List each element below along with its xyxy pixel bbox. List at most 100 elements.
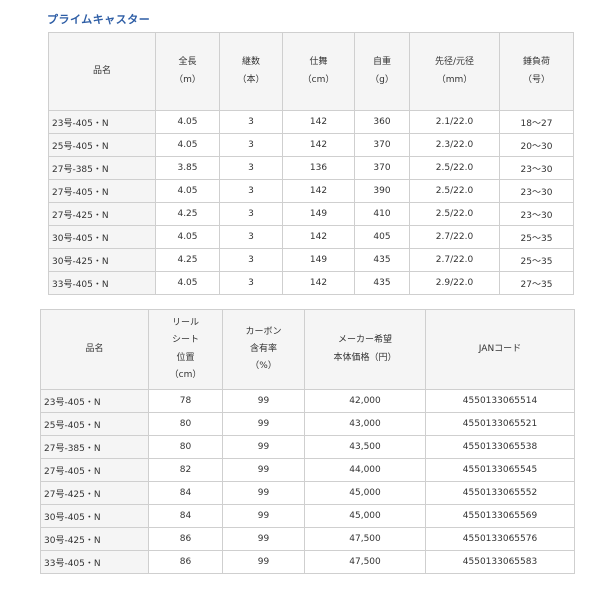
spec-cell: 142 bbox=[282, 271, 355, 295]
spec-product-name: 33号-405・N bbox=[48, 271, 156, 295]
spec-header-line: （m） bbox=[174, 74, 201, 85]
spec-cell: 3.85 bbox=[155, 156, 220, 180]
price-cell: 80 bbox=[148, 435, 223, 459]
price-row: 30号-405・N 84 99 45,000 4550133065569 bbox=[40, 504, 575, 528]
spec-header-line: 継数 bbox=[241, 57, 260, 68]
price-cell: 4550133065569 bbox=[425, 504, 575, 528]
price-cell: 99 bbox=[222, 504, 305, 528]
price-cell: 4550133065545 bbox=[425, 458, 575, 482]
spec-cell: 3 bbox=[219, 179, 283, 203]
price-row: 27号-425・N 84 99 45,000 4550133065552 bbox=[40, 481, 575, 505]
spec-product-name: 30号-405・N bbox=[48, 225, 156, 249]
price-row: 27号-385・N 80 99 43,500 4550133065538 bbox=[40, 435, 575, 459]
price-cell: 45,000 bbox=[304, 481, 426, 505]
spec-cell: 2.7/22.0 bbox=[409, 225, 500, 249]
price-cell: 99 bbox=[222, 435, 305, 459]
spec-cell: 27～35 bbox=[499, 271, 574, 295]
spec-row: 27号-385・N 3.85 3 136 370 2.5/22.0 23～30 bbox=[48, 156, 574, 180]
price-cell: 99 bbox=[222, 550, 305, 574]
price-cell: 44,000 bbox=[304, 458, 426, 482]
spec-row: 27号-425・N 4.25 3 149 410 2.5/22.0 23～30 bbox=[48, 202, 574, 226]
price-cell: 78 bbox=[148, 389, 223, 413]
price-cell: 45,000 bbox=[304, 504, 426, 528]
price-header-row: 品名 リール シート 位置 （cm） カーボン 含有率 （%） メーカー希望 本体価格（円） JAN… bbox=[40, 309, 575, 390]
price-header-line: JANコード bbox=[478, 343, 522, 354]
spec-row: 25号-405・N 4.05 3 142 370 2.3/22.0 20～30 bbox=[48, 133, 574, 157]
spec-cell: 4.25 bbox=[155, 202, 220, 226]
spec-header-row: 品名 全長 （m） 継数 （本） 仕舞 （cm） 自重 （g） 先径/元径 （mm） 錘負荷 （号） bbox=[48, 32, 574, 111]
spec-header-line: （mm） bbox=[436, 74, 473, 85]
spec-header-cell: 品名 bbox=[48, 32, 156, 111]
price-cell: 43,500 bbox=[304, 435, 426, 459]
spec-product-name: 27号-385・N bbox=[48, 156, 156, 180]
spec-cell: 25～35 bbox=[499, 225, 574, 249]
price-cell: 47,500 bbox=[304, 550, 426, 574]
spec-cell: 3 bbox=[219, 133, 283, 157]
price-table: 品名 リール シート 位置 （cm） カーボン 含有率 （%） メーカー希望 本体価格（円） JAN… bbox=[40, 309, 575, 574]
price-header-line: 位置 bbox=[176, 352, 195, 363]
price-row: 27号-405・N 82 99 44,000 4550133065545 bbox=[40, 458, 575, 482]
spec-header-line: 自重 bbox=[372, 57, 391, 68]
price-header-line: シート bbox=[171, 335, 199, 346]
spec-cell: 136 bbox=[282, 156, 355, 180]
spec-cell: 142 bbox=[282, 179, 355, 203]
price-cell: 99 bbox=[222, 412, 305, 436]
spec-product-name: 23号-405・N bbox=[48, 110, 156, 134]
spec-header-line: （cm） bbox=[302, 74, 335, 85]
spec-header-line: 全長 bbox=[178, 57, 197, 68]
spec-cell: 360 bbox=[354, 110, 410, 134]
price-cell: 4550133065583 bbox=[425, 550, 575, 574]
spec-cell: 3 bbox=[219, 271, 283, 295]
price-cell: 4550133065521 bbox=[425, 412, 575, 436]
spec-header-cell: 錘負荷 （号） bbox=[499, 32, 574, 111]
spec-header-line: 先径/元径 bbox=[434, 57, 475, 68]
price-cell: 4550133065514 bbox=[425, 389, 575, 413]
price-header-line: 含有率 bbox=[249, 343, 277, 354]
price-cell: 82 bbox=[148, 458, 223, 482]
price-cell: 99 bbox=[222, 481, 305, 505]
spec-cell: 18～27 bbox=[499, 110, 574, 134]
spec-cell: 142 bbox=[282, 133, 355, 157]
spec-header-cell: 仕舞 （cm） bbox=[282, 32, 355, 111]
price-cell: 84 bbox=[148, 481, 223, 505]
price-row: 23号-405・N 78 99 42,000 4550133065514 bbox=[40, 389, 575, 413]
spec-cell: 3 bbox=[219, 248, 283, 272]
spec-cell: 370 bbox=[354, 133, 410, 157]
spec-cell: 2.5/22.0 bbox=[409, 156, 500, 180]
spec-cell: 2.3/22.0 bbox=[409, 133, 500, 157]
price-row: 33号-405・N 86 99 47,500 4550133065583 bbox=[40, 550, 575, 574]
price-cell: 4550133065576 bbox=[425, 527, 575, 551]
price-header-cell: メーカー希望 本体価格（円） bbox=[304, 309, 426, 390]
price-header-line: カーボン bbox=[245, 326, 282, 337]
price-cell: 4550133065552 bbox=[425, 481, 575, 505]
spec-cell: 2.7/22.0 bbox=[409, 248, 500, 272]
spec-cell: 435 bbox=[354, 248, 410, 272]
spec-cell: 3 bbox=[219, 225, 283, 249]
spec-cell: 405 bbox=[354, 225, 410, 249]
spec-row: 23号-405・N 4.05 3 142 360 2.1/22.0 18～27 bbox=[48, 110, 574, 134]
price-cell: 4550133065538 bbox=[425, 435, 575, 459]
spec-header-line: （本） bbox=[237, 74, 265, 85]
price-product-name: 27号-385・N bbox=[40, 435, 149, 459]
spec-product-name: 27号-405・N bbox=[48, 179, 156, 203]
spec-cell: 2.9/22.0 bbox=[409, 271, 500, 295]
price-product-name: 23号-405・N bbox=[40, 389, 149, 413]
price-header-line: リール bbox=[171, 318, 199, 329]
price-cell: 47,500 bbox=[304, 527, 426, 551]
spec-table: 品名 全長 （m） 継数 （本） 仕舞 （cm） 自重 （g） 先径/元径 （mm） 錘負荷 （号） 2… bbox=[48, 32, 574, 295]
spec-cell: 25～35 bbox=[499, 248, 574, 272]
spec-cell: 3 bbox=[219, 156, 283, 180]
price-header-cell: リール シート 位置 （cm） bbox=[148, 309, 223, 390]
price-product-name: 30号-425・N bbox=[40, 527, 149, 551]
page-title: プライムキャスター bbox=[47, 13, 151, 26]
price-cell: 42,000 bbox=[304, 389, 426, 413]
spec-cell: 4.05 bbox=[155, 179, 220, 203]
price-product-name: 30号-405・N bbox=[40, 504, 149, 528]
spec-cell: 23～30 bbox=[499, 179, 574, 203]
spec-cell: 4.05 bbox=[155, 133, 220, 157]
price-header-line: 本体価格（円） bbox=[333, 352, 397, 363]
price-cell: 84 bbox=[148, 504, 223, 528]
price-product-name: 27号-405・N bbox=[40, 458, 149, 482]
spec-product-name: 27号-425・N bbox=[48, 202, 156, 226]
spec-cell: 4.05 bbox=[155, 225, 220, 249]
